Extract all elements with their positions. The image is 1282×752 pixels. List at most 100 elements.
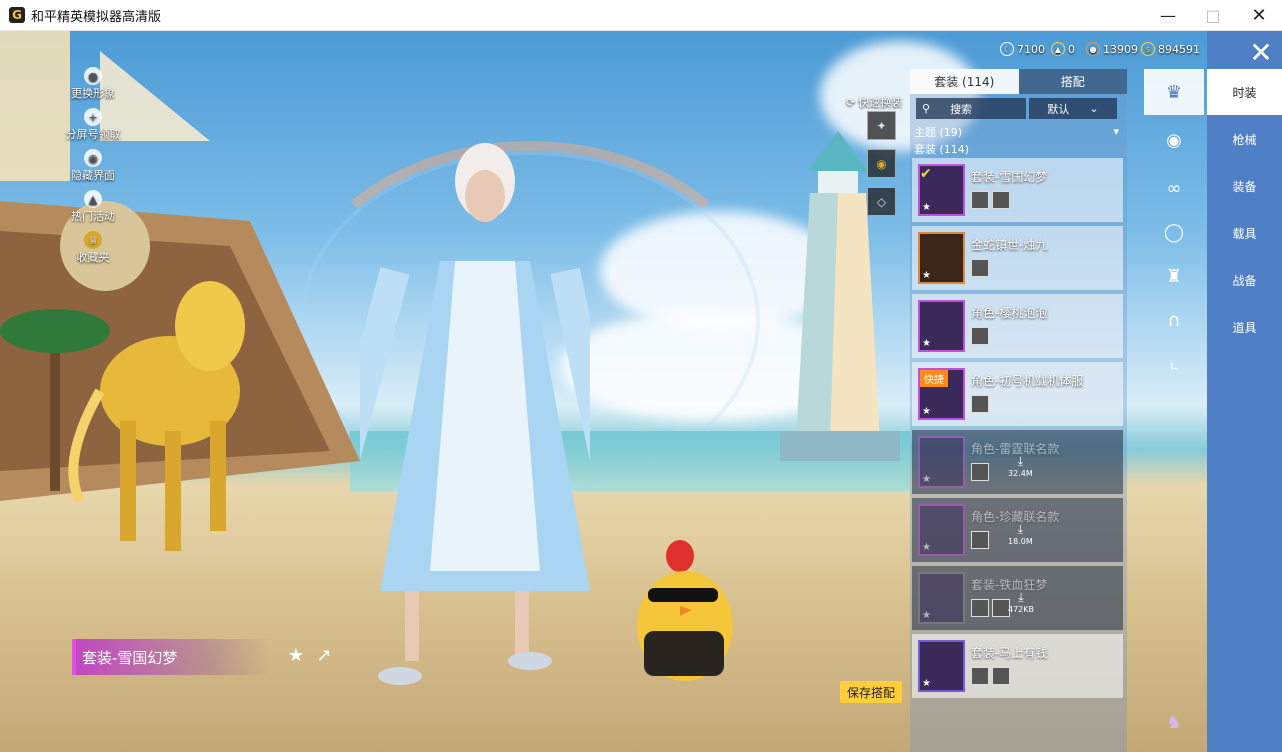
item-name: 角色-初号机载机体服 [971,374,1084,388]
pants-icon[interactable]: ∩ [1144,297,1204,343]
left-menu-label: 收藏夹 [76,251,110,264]
list-item[interactable]: ★ 角色-樱桃泡泡 [912,294,1123,358]
close-window-button[interactable]: ✕ [1236,0,1282,31]
item-thumbnail: ★ [918,640,965,692]
quick-slot-2[interactable]: ◉ [867,149,896,178]
search-input[interactable]: ⚲ 搜索 [916,98,1026,119]
top-icon[interactable]: ♜ [1144,253,1204,299]
item-part-thumb [971,531,989,549]
item-thumbnail: 快捷 ★ [918,368,965,420]
close-icon[interactable]: ✕ [1244,36,1278,69]
currency-bronze: ● 13909 [1086,42,1138,56]
item-name: 套装-雪国幻梦 [971,170,1048,184]
list-item[interactable]: ★ 套装-铁血狂梦 ⤓ 472KB [912,566,1123,630]
tab-equipment[interactable]: 装备 [1207,163,1282,209]
download-indicator[interactable]: ⤓ 472KB [1008,590,1034,614]
download-indicator[interactable]: ⤓ 32.4M [1008,454,1033,478]
quick-swap-text: 快速换装 [858,96,903,109]
currency-value: 13909 [1103,42,1138,56]
tab-fashion[interactable]: 时装 [1207,69,1282,115]
save-outfit-button[interactable]: 保存搭配 [840,681,902,703]
star-icon: ★ [922,406,931,417]
hide-ui-button[interactable]: ◉ 隐藏界面 [58,149,128,190]
item-part-thumb [971,395,989,413]
sort-label: 默认 [1047,102,1070,116]
window-titlebar: G 和平精英模拟器高清版 — □ ✕ [0,0,1282,31]
list-item[interactable]: ★ 套装-马上有钱 [912,634,1123,698]
group-header-outfits[interactable]: 套装 (114) [910,140,1127,157]
lighthouse [780,131,900,461]
unicorn-mascot-icon: ♞ [1165,711,1183,733]
quick-slot-1[interactable]: ✦ [867,111,896,140]
golden-dragon-pet [68,281,245,551]
currency-moon: ☾ 7100 [1000,42,1045,56]
hat-icon[interactable]: ◉ [1144,117,1204,163]
hot-events-button[interactable]: ▲ 热门活动 [58,190,128,231]
currency-value: 894591 [1158,42,1200,56]
share-icon[interactable]: ↗ [313,644,335,666]
split-screen-button[interactable]: + 分屏号领取 [58,108,128,149]
item-name: 金蛇镇世-烛九 [971,238,1048,252]
download-icon: ⤓ [1017,454,1024,468]
left-menu-label: 热门活动 [71,210,115,223]
sub-category-column: ♛ ◉ ∞ ◯ ♜ ∩ ⌞ ♞ [1141,69,1207,752]
currency-badge: ▲ 0 [1051,42,1075,56]
group-label: 主题 (19) [914,125,963,139]
item-thumbnail: ★ [918,572,965,624]
checkmark-icon: ✔ [920,166,932,182]
minimize-button[interactable]: — [1145,0,1191,31]
list-item[interactable]: ✔ ★ 套装-雪国幻梦 [912,158,1123,222]
download-icon: ⤓ [1018,590,1024,604]
item-part-thumb [971,191,989,209]
maximize-button[interactable]: □ [1190,0,1236,31]
caret-down-icon: ▾ [1113,125,1119,138]
list-item[interactable]: ★ 角色-珍藏联名款 ⤓ 18.0M [912,498,1123,562]
list-item[interactable]: ★ 角色-雷霆联名款 ⤓ 32.4M [912,430,1123,494]
tab-battle-prep[interactable]: 战备 [1207,257,1282,303]
sort-dropdown[interactable]: 默认 ⌄ [1029,98,1117,119]
list-item[interactable]: 快捷 ★ 角色-初号机载机体服 [912,362,1123,426]
glasses-icon[interactable]: ∞ [1144,165,1204,211]
list-item[interactable]: ★ 金蛇镇世-烛九 [912,226,1123,290]
download-size: 472KB [1008,605,1035,614]
tab-combinations[interactable]: 搭配 [1018,69,1127,94]
refresh-icon: ⟳ [846,95,856,109]
star-icon: ★ [922,610,931,621]
star-icon: ★ [922,202,931,213]
item-part-thumb [992,191,1010,209]
item-thumbnail: ★ [918,232,965,284]
bronze-coin-icon: ● [1086,42,1100,56]
mask-icon[interactable]: ◯ [1144,209,1204,255]
favorite-star-icon[interactable]: ★ [285,644,307,666]
item-thumbnail: ★ [918,300,965,352]
gold-badge-icon: ▲ [1051,42,1065,56]
plus-icon: + [84,108,102,126]
favorites-button[interactable]: ♕ 收藏夹 [58,231,128,272]
tab-firearms[interactable]: 枪械 [1207,116,1282,162]
window-title: 和平精英模拟器高清版 [31,9,162,25]
item-part-thumb [992,667,1010,685]
item-part-thumb [971,599,989,617]
outfit-icon[interactable]: ♛ [1144,69,1204,115]
left-menu: ● 更换形象 + 分屏号领取 ◉ 隐藏界面 ▲ 热门活动 ♕ 收藏夹 [58,67,128,272]
download-indicator[interactable]: ⤓ 18.0M [1008,522,1033,546]
download-size: 32.4M [1008,469,1033,478]
outfit-name-label: 套装-雪国幻梦 [72,639,270,675]
fire-icon: ▲ [84,190,102,208]
tab-props[interactable]: 道具 [1207,304,1282,350]
eye-icon: ◉ [84,149,102,167]
item-part-thumb [971,667,989,685]
group-header-theme[interactable]: 主题 (19) ▾ [910,123,1127,140]
change-appearance-button[interactable]: ● 更换形象 [58,67,128,108]
download-icon: ⤓ [1017,522,1024,536]
star-icon: ★ [922,678,931,689]
star-icon: ★ [922,338,931,349]
item-name: 套装-马上有钱 [971,646,1048,660]
quick-slot-3[interactable]: ◇ [867,187,896,216]
shoes-icon[interactable]: ⌞ [1144,339,1204,385]
quick-badge: 快捷 [920,370,948,387]
item-part-thumb [971,259,989,277]
tab-outfits[interactable]: 套装 (114) [910,69,1019,94]
tab-vehicles[interactable]: 载具 [1207,210,1282,256]
currency-value: 0 [1068,42,1075,56]
